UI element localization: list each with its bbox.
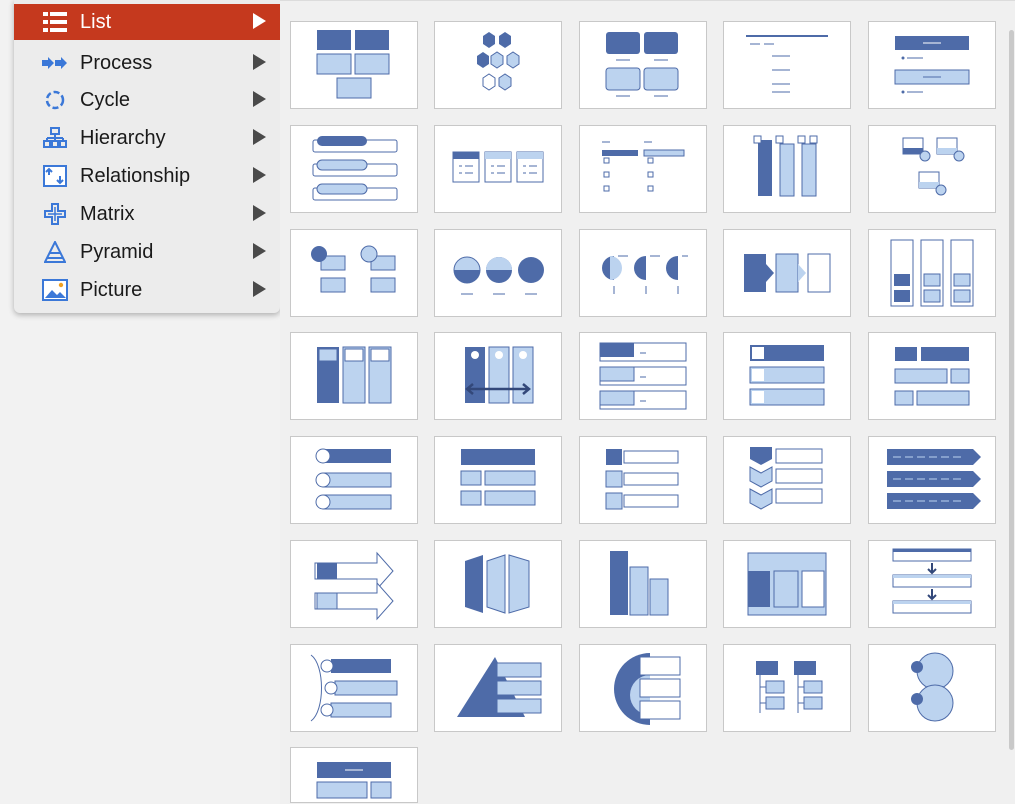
list-layout-thumbnail[interactable] — [723, 229, 851, 317]
menu-item-label: Picture — [80, 278, 143, 301]
list-layout-thumbnail[interactable] — [434, 21, 562, 109]
hierarchy-icon — [42, 126, 68, 150]
list-layout-thumbnail[interactable] — [579, 332, 707, 420]
list-layout-thumbnail[interactable] — [290, 21, 418, 109]
list-layout-thumbnail[interactable] — [579, 540, 707, 628]
gallery-scrollbar[interactable] — [1009, 30, 1014, 750]
menu-item-label: Matrix — [80, 202, 135, 225]
list-layout-thumbnail[interactable] — [434, 229, 562, 317]
menu-item-cycle[interactable]: Cycle — [14, 82, 280, 118]
list-layout-thumbnail[interactable] — [290, 436, 418, 524]
list-layout-thumbnail[interactable] — [290, 229, 418, 317]
submenu-arrow-icon — [253, 13, 266, 29]
menu-item-label: List — [80, 10, 112, 33]
smartart-category-menu: List Process Cycle Hierarchy Relationshi… — [14, 0, 280, 313]
menu-item-process[interactable]: Process — [14, 45, 280, 81]
menu-item-pyramid[interactable]: Pyramid — [14, 234, 280, 270]
menu-item-label: Pyramid — [80, 240, 154, 263]
submenu-arrow-icon — [253, 91, 266, 107]
list-layout-thumbnail[interactable] — [868, 21, 996, 109]
list-layout-thumbnail[interactable] — [723, 540, 851, 628]
pyramid-icon — [42, 240, 68, 264]
list-layout-thumbnail[interactable] — [868, 229, 996, 317]
list-layout-thumbnail[interactable] — [868, 332, 996, 420]
menu-item-list[interactable]: List — [14, 4, 280, 40]
list-layout-thumbnail[interactable] — [434, 644, 562, 732]
menu-item-label: Process — [80, 51, 153, 74]
list-layout-thumbnail[interactable] — [290, 332, 418, 420]
list-layout-thumbnail[interactable] — [723, 332, 851, 420]
list-layout-thumbnail[interactable] — [434, 332, 562, 420]
submenu-arrow-icon — [253, 54, 266, 70]
list-layout-thumbnail[interactable] — [290, 644, 418, 732]
list-layout-thumbnail[interactable] — [868, 436, 996, 524]
list-icon — [42, 10, 68, 34]
list-layout-thumbnail[interactable] — [868, 125, 996, 213]
menu-item-label: Cycle — [80, 88, 131, 111]
list-layout-thumbnail[interactable] — [723, 21, 851, 109]
cycle-icon — [42, 88, 68, 112]
menu-item-relationship[interactable]: Relationship — [14, 158, 280, 194]
picture-icon — [42, 278, 68, 302]
list-layout-thumbnail[interactable] — [723, 125, 851, 213]
process-icon — [42, 51, 68, 75]
submenu-arrow-icon — [253, 205, 266, 221]
submenu-arrow-icon — [253, 281, 266, 297]
list-layout-thumbnail[interactable] — [723, 436, 851, 524]
list-layout-thumbnail[interactable] — [579, 229, 707, 317]
list-layout-thumbnail[interactable] — [434, 125, 562, 213]
matrix-icon — [42, 202, 68, 226]
list-layout-thumbnail[interactable] — [290, 540, 418, 628]
menu-item-label: Hierarchy — [80, 126, 166, 149]
list-layout-thumbnail[interactable] — [579, 21, 707, 109]
relationship-icon — [42, 164, 68, 188]
list-layout-thumbnail[interactable] — [434, 540, 562, 628]
submenu-arrow-icon — [253, 167, 266, 183]
list-layout-thumbnail[interactable] — [579, 436, 707, 524]
menu-item-hierarchy[interactable]: Hierarchy — [14, 120, 280, 156]
list-layout-thumbnail[interactable] — [868, 644, 996, 732]
list-layout-thumbnail[interactable] — [723, 644, 851, 732]
menu-item-label: Relationship — [80, 164, 191, 187]
menu-item-picture[interactable]: Picture — [14, 272, 280, 308]
list-layout-thumbnail[interactable] — [290, 125, 418, 213]
submenu-arrow-icon — [253, 129, 266, 145]
list-layout-thumbnail[interactable] — [579, 125, 707, 213]
menu-item-matrix[interactable]: Matrix — [14, 196, 280, 232]
list-layout-thumbnail[interactable] — [579, 644, 707, 732]
submenu-arrow-icon — [253, 243, 266, 259]
list-layout-thumbnail[interactable] — [868, 540, 996, 628]
list-layout-thumbnail[interactable] — [290, 747, 418, 803]
list-layout-thumbnail[interactable] — [434, 436, 562, 524]
